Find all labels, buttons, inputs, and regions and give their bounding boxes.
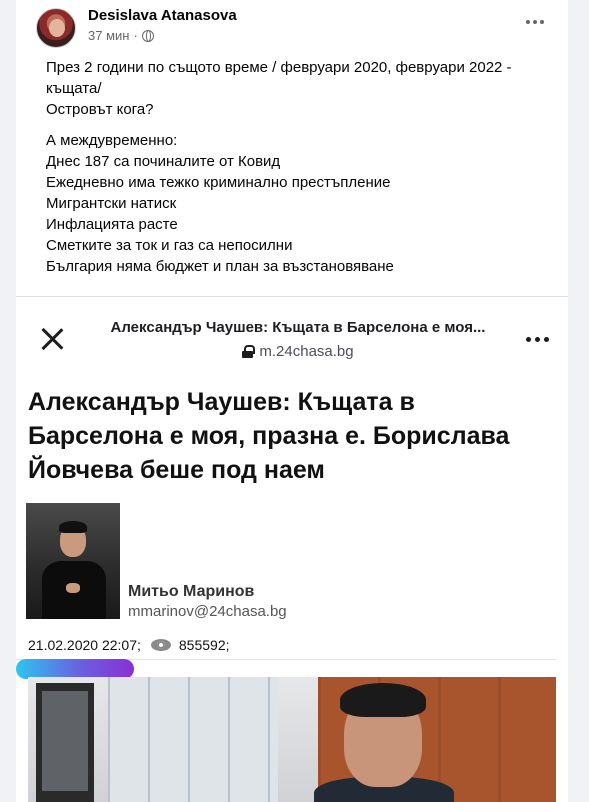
post-time[interactable]: 37 мин [88,28,129,43]
shared-link-title[interactable]: Александър Чаушев: Къщата в Барселона е … [88,319,508,336]
writer-email[interactable]: mmarinov@24chasa.bg [128,603,287,620]
post-more-button[interactable] [520,10,550,34]
post-line: Сметките за ток и газ са непосилни [46,237,293,254]
more-dot [540,20,544,24]
writer-name[interactable]: Митьо Маринов [128,583,254,601]
article-headline[interactable]: Александър Чаушев: Къщата в Барселона е … [28,385,528,487]
shared-more-button[interactable] [520,327,554,351]
post-line: Ежедневно има тежко криминално престъпле… [46,174,391,191]
meta-separator: · [133,28,138,43]
shared-link-preview[interactable]: Александър Чаушев: Къщата в Барселона е … [16,296,568,802]
eye-icon [150,638,173,652]
more-dot [534,336,540,342]
article-meta-row: 21.02.2020 22:07; 855592; [28,637,230,653]
post-text: През 2 години по същото време / февруари… [46,57,556,277]
more-dot [543,336,549,342]
post-line: Мигрантски натиск [46,195,177,212]
post-line: През 2 години по същото време / февруари… [46,59,512,76]
post-line: А междувременно: [46,132,178,149]
globe-icon [141,29,154,42]
author-avatar[interactable] [36,8,76,48]
article-views: 855592; [178,637,230,653]
writer-photo [26,503,120,619]
shared-url-text: m.24chasa.bg [259,343,354,360]
post-card: Desislava Atanasova 37 мин · През 2 годи… [16,0,568,802]
close-icon[interactable] [40,327,64,351]
avatar-face [49,19,65,37]
article-date: 21.02.2020 22:07; [28,637,141,653]
post-line: Днес 187 са починалите от Ковид [46,153,281,170]
post-line: къщата/ [46,80,102,97]
post-meta: 37 мин · [88,28,154,43]
post-line: България няма бюджет и план за възстанов… [46,258,394,275]
reading-progress-bar [16,659,134,679]
shared-link-bar: Александър Чаушев: Къщата в Барселона е … [16,297,568,375]
shared-link-url: m.24chasa.bg [88,343,508,360]
more-dot [526,20,530,24]
article-photo[interactable] [28,677,556,802]
more-dot [525,336,531,342]
lock-icon [242,345,256,358]
author-name[interactable]: Desislava Atanasova [88,7,237,24]
post-line: Островът кога? [46,101,154,118]
post-line: Инфлацията расте [46,216,178,233]
more-dot [533,20,537,24]
